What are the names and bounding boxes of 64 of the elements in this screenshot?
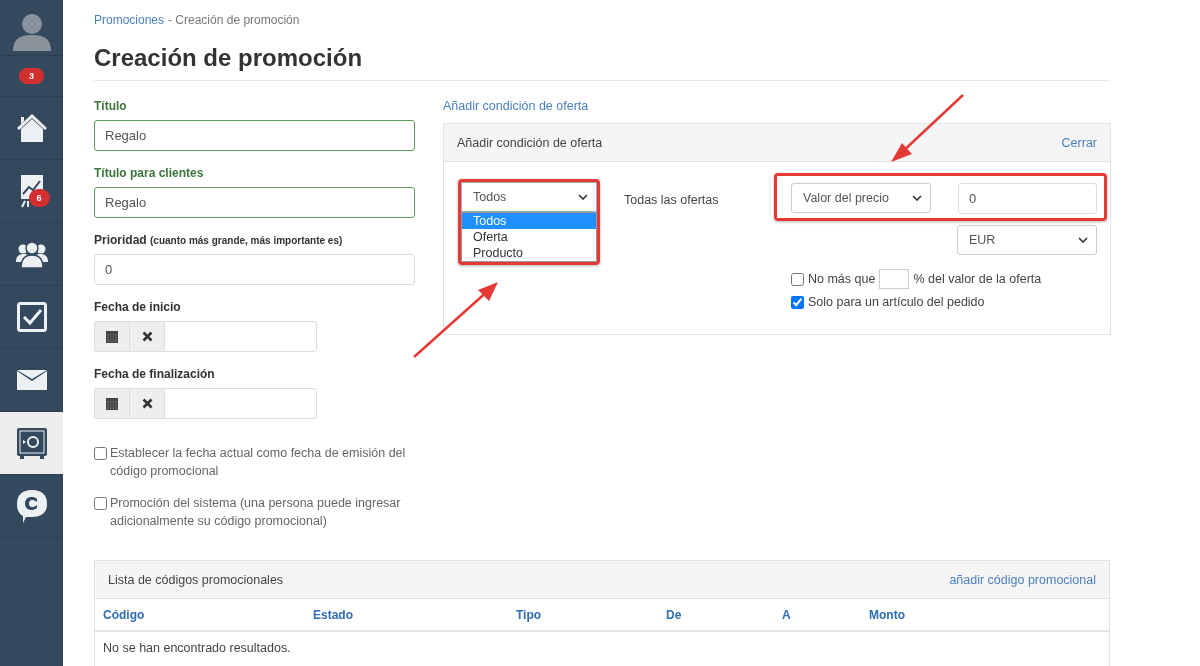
calendar-icon — [106, 397, 118, 410]
column-header[interactable]: De — [666, 607, 782, 622]
calendar-button[interactable] — [94, 388, 129, 419]
checkbox[interactable] — [791, 272, 804, 286]
close-link[interactable]: Cerrar — [1061, 135, 1097, 150]
sidebar-item[interactable]: 6 — [0, 159, 63, 222]
safe-icon — [15, 427, 48, 459]
panel-title: Añadir condición de oferta — [457, 135, 603, 150]
checkbox-icon — [16, 302, 47, 332]
field-label: Prioridad (cuanto más grande, más importante es) — [94, 233, 344, 247]
input-field[interactable]: Regalo — [94, 187, 415, 218]
checkbox-label: % del valor de la oferta — [913, 272, 1042, 286]
column-header[interactable]: Monto — [869, 607, 1101, 622]
users-icon — [15, 240, 48, 268]
page-title: Creación de promoción — [94, 27, 1110, 81]
checkbox-label: Establecer la fecha actual como fecha de emisión del código promocional — [110, 445, 407, 480]
currency-select[interactable]: EUR — [957, 225, 1097, 255]
panel-title: Lista de códigos promocionales — [108, 572, 284, 587]
house-icon — [15, 113, 48, 143]
percent-field[interactable] — [879, 269, 910, 289]
chat-logo-icon — [15, 489, 48, 523]
checkbox-label: Solo para un artículo del pedido — [808, 295, 985, 309]
column-header[interactable]: Código — [103, 607, 313, 622]
column-header[interactable]: Tipo — [516, 607, 666, 622]
add-code-link[interactable]: añadir código promocional — [949, 572, 1096, 587]
condition-select[interactable]: Valor del precio — [791, 183, 931, 213]
input-field[interactable]: Regalo — [94, 120, 415, 151]
field-label: Título — [94, 99, 128, 113]
value-field[interactable]: 0 — [958, 183, 1097, 214]
dropdown-option[interactable]: Oferta — [462, 229, 596, 245]
chevron-icon — [912, 195, 922, 201]
dropdown-option[interactable]: Todos — [462, 213, 596, 229]
column-header[interactable]: A — [782, 607, 869, 622]
chevron-icon — [578, 194, 588, 200]
empty-message: No se han encontrado resultados. — [102, 640, 292, 657]
type-select[interactable]: Todos — [461, 182, 597, 212]
breadcrumb-current: - Creación de promoción — [168, 13, 300, 27]
scope-text: Todas las ofertas — [624, 193, 720, 209]
breadcrumb-link[interactable]: Promociones — [94, 13, 165, 27]
dropdown-option[interactable]: Producto — [462, 245, 596, 261]
close-icon — [141, 331, 153, 342]
checkbox-label: Promoción del sistema (una persona puede ingresar adicionalmente su código promocional) — [110, 495, 402, 530]
calendar-icon — [106, 330, 118, 343]
column-header[interactable]: Estado — [313, 607, 516, 622]
input-field[interactable]: 0 — [94, 254, 415, 285]
avatar-icon[interactable] — [10, 11, 53, 51]
checkbox[interactable] — [791, 295, 804, 309]
clear-button[interactable] — [129, 321, 164, 352]
clear-button[interactable] — [129, 388, 164, 419]
close-icon — [141, 398, 153, 409]
checkbox[interactable] — [94, 497, 107, 510]
date-field[interactable] — [164, 388, 317, 419]
mail-icon — [16, 370, 47, 390]
calendar-button[interactable] — [94, 321, 129, 352]
add-condition-link[interactable]: Añadir condición de oferta — [443, 99, 1111, 113]
checkbox[interactable] — [94, 447, 107, 460]
field-label: Fecha de inicio — [94, 300, 182, 314]
field-label: Título para clientes — [94, 166, 205, 180]
field-label: Fecha de finalización — [94, 367, 216, 381]
date-field[interactable] — [164, 321, 317, 352]
sidebar-item[interactable] — [0, 411, 63, 474]
chevron-icon — [1078, 237, 1088, 243]
notification-badge: 3 — [19, 68, 44, 84]
checkbox-label: No más que — [808, 272, 876, 286]
